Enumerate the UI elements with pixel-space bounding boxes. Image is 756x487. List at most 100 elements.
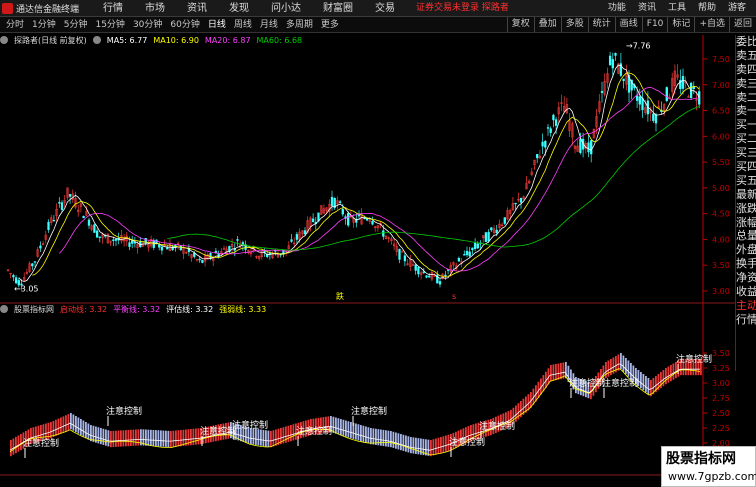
indicator-bar [107,430,110,447]
candle-body [338,201,342,203]
indicator-bar [182,429,185,446]
candle-body [665,87,668,101]
s-marker-label: s [452,292,456,301]
price-tick-label: 4.00 [712,235,730,244]
menu-jiaoyi[interactable]: 交易 [364,0,406,17]
indicator-tick-label: 3.00 [712,379,730,388]
period-fenshi[interactable]: 分时 [2,17,28,33]
menu-caifuquan[interactable]: 财富圈 [312,0,364,17]
side-volume: 总量 [736,229,756,243]
ma-settings-dot-icon[interactable] [92,36,101,44]
indicator-bar [365,426,367,443]
menu-zixun-right[interactable]: 资讯 [632,0,662,17]
indicator-bar [407,436,410,453]
period-weekly[interactable]: 周线 [230,17,256,33]
indicator-bar [552,364,555,381]
tool-back[interactable]: 返回 [728,17,756,32]
tool-add-watchlist[interactable]: +自选 [694,17,729,32]
indicator-bar [162,430,165,447]
candle-body [341,209,344,215]
annotation-label: 注意控制 [200,425,236,437]
indicator-bar [270,431,272,448]
app-title: 通达信金融终端 [2,1,79,16]
indicator-bar [147,429,150,446]
settings-dot-icon[interactable] [0,36,8,44]
indicator-bar [350,422,352,439]
candle-body [14,277,18,284]
candle-body [608,55,612,66]
tool-biaoji[interactable]: 标记 [667,17,694,32]
annotation-label: 注意控制 [479,420,515,432]
menu-hangqing[interactable]: 行情 [92,0,134,17]
indicator-bar [275,429,277,446]
indicator-bar [20,434,22,451]
menu-bangzhu[interactable]: 帮助 [692,0,722,17]
period-15min[interactable]: 15分钟 [91,17,128,33]
tool-huaxian[interactable]: 画线 [614,17,642,32]
candle-body [444,274,447,277]
indicator-bar [667,366,670,383]
title-bar: 通达信金融终端 行情 市场 资讯 发现 问小达 财富圈 交易 证券交易未登录 探… [0,0,756,17]
menu-shichang[interactable]: 市场 [134,0,176,17]
candle-body [681,75,685,89]
candle-body [554,119,558,126]
tool-diejia[interactable]: 叠加 [533,17,561,32]
side-tab-quote[interactable]: 行情 [736,313,756,327]
chart-tools: 复权 叠加 多股 统计 画线 F10 标记 +自选 返回 [506,17,756,32]
side-buy2: 买二 [736,132,756,146]
candle-body [303,230,307,235]
menu-faxian[interactable]: 发现 [218,0,260,17]
menu-gongju[interactable]: 工具 [662,0,692,17]
candle-body [503,217,506,224]
candle-body [428,275,431,278]
indicator-bar [265,430,267,447]
tool-tongji[interactable]: 统计 [587,17,615,32]
period-5min[interactable]: 5分钟 [60,17,92,33]
menu-zixun[interactable]: 资讯 [176,0,218,17]
period-60min[interactable]: 60分钟 [166,17,203,33]
candle-body [541,141,544,147]
indicator-bar [342,419,345,436]
indicator-settings-dot-icon[interactable] [0,305,8,313]
indicator-bar [150,429,152,446]
indicator-bar [397,433,400,450]
candle-body [635,95,639,101]
indicator-bar [62,416,65,433]
price-tick-label: 7.50 [712,55,730,64]
indicator-bar [165,430,167,447]
period-more[interactable]: 更多 [317,17,343,33]
side-tab-active[interactable]: 主动 [736,299,756,313]
indicator-bar [647,378,650,395]
period-daily[interactable]: 日线 [204,17,230,33]
menu-youke[interactable]: 游客 [722,0,752,17]
watermark-url: www.7gpzb.com [668,470,756,483]
tool-f10[interactable]: F10 [641,17,668,32]
indicator-bar [440,437,442,454]
candle-body [382,230,385,237]
indicator-bar [645,376,647,393]
side-outer: 外盘 [736,243,756,257]
candle-body [414,264,417,271]
tool-fuquan[interactable]: 复权 [506,17,534,32]
side-change: 涨跌 [736,201,756,215]
indicator-bar [332,416,335,433]
period-multi[interactable]: 多周期 [282,17,317,33]
period-1min[interactable]: 1分钟 [28,17,60,33]
menu-gongneng[interactable]: 功能 [602,0,632,17]
login-notice[interactable]: 证券交易未登录 探路者 [416,0,509,17]
candle-body [465,250,469,256]
menu-wenxiaoda[interactable]: 问小达 [260,0,312,17]
watermark-box: 股票指标网 www.7gpzb.com [661,446,756,487]
chart-canvas[interactable]: 7.50 7.00 6.50 6.00 5.50 5.00 4.50 4.00 3.50 3.00… [0,33,735,476]
indicator-bar [157,430,160,447]
candle-body [160,246,164,251]
high-price-label: →7.76 [626,42,651,51]
tool-duogu[interactable]: 多股 [560,17,588,32]
indicator-bar [380,429,382,446]
indicator-bar [672,363,675,380]
period-30min[interactable]: 30分钟 [129,17,166,33]
candle-body [58,202,61,204]
period-monthly[interactable]: 月线 [256,17,282,33]
indicator-bar [550,365,552,382]
indicator-bar [90,425,92,442]
